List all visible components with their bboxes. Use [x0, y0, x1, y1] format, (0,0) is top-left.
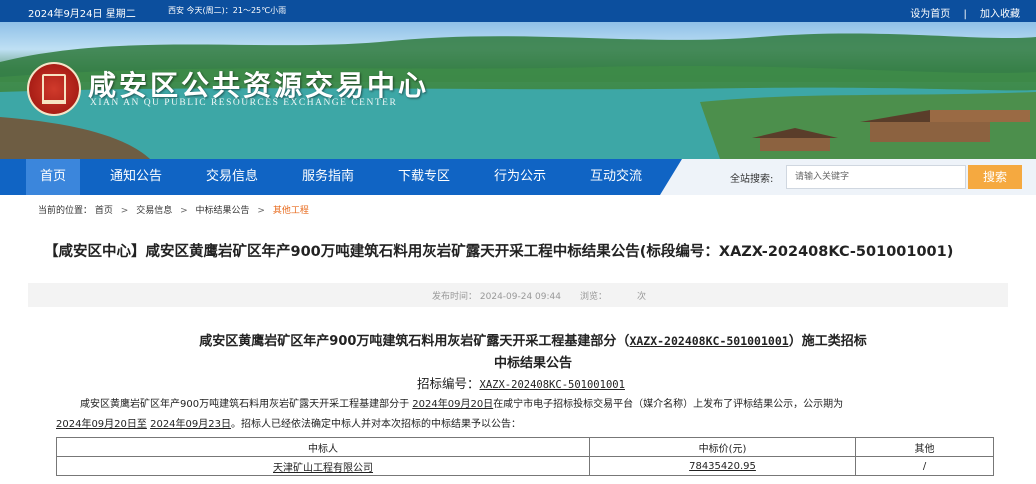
nav-item-downloads[interactable]: 下载专区: [384, 159, 464, 195]
set-home-link[interactable]: 设为首页: [910, 9, 950, 20]
breadcrumb-trade-info[interactable]: 交易信息: [136, 206, 172, 216]
notice-paragraph: 咸安区黄鹰岩矿区年产900万吨建筑石料用灰岩矿露天开采工程基建部分于 2024年…: [56, 399, 844, 430]
breadcrumb-separator: >: [180, 206, 188, 216]
nav-item-notices[interactable]: 通知公告: [96, 159, 176, 195]
nav-item-home[interactable]: 首页: [26, 159, 80, 195]
header-price: 中标价(元): [589, 437, 856, 457]
breadcrumb-result-notices[interactable]: 中标结果公告: [196, 206, 250, 216]
other-value: /: [855, 456, 994, 476]
breadcrumb-current[interactable]: 其他工程: [273, 206, 309, 216]
result-table: 中标人 中标价(元) 其他 天津矿山工程有限公司 78435420.95 /: [56, 437, 994, 476]
nav-item-trade-info[interactable]: 交易信息: [192, 159, 272, 195]
top-bar: 2024年9月24日 星期二 西安 今天(周二)：21～25℃小雨 设为首页 |…: [0, 0, 1036, 22]
link-separator: |: [963, 9, 967, 20]
article-title: 【咸安区中心】咸安区黄鹰岩矿区年产900万吨建筑石料用灰岩矿露天开采工程中标结果…: [44, 244, 954, 260]
nav-item-conduct[interactable]: 行为公示: [480, 159, 560, 195]
nav-item-service-guide[interactable]: 服务指南: [288, 159, 368, 195]
publish-time: 发布时间： 2024-09-24 09:44: [432, 292, 561, 302]
top-links: 设为首页 | 加入收藏: [902, 5, 1020, 20]
center-logo: [27, 62, 81, 116]
notice-heading: 咸安区黄鹰岩矿区年产900万吨建筑石料用灰岩矿露天开采工程基建部分（XAZX-2…: [199, 334, 867, 349]
view-count: 浏览：次: [580, 292, 647, 302]
header-winner: 中标人: [56, 437, 590, 457]
weather-info: 西安 今天(周二)：21～25℃小雨: [168, 6, 287, 15]
search-label: 全站搜索:: [730, 174, 774, 185]
notice-subheading: 中标结果公告: [493, 356, 572, 371]
winner-name: 天津矿山工程有限公司: [56, 456, 590, 476]
winning-price: 78435420.95: [589, 456, 856, 476]
current-date: 2024年9月24日 星期二: [28, 9, 136, 20]
breadcrumb-separator: >: [257, 206, 265, 216]
main-nav: 首页 通知公告 交易信息 服务指南 下载专区 行为公示 互动交流 全站搜索: 请…: [0, 159, 1036, 195]
header-other: 其他: [855, 437, 994, 457]
site-subtitle: XIAN AN QU PUBLIC RESOURCES EXCHANGE CEN…: [90, 98, 398, 108]
nav-item-interaction[interactable]: 互动交流: [576, 159, 656, 195]
search-input[interactable]: 请输入关键字: [786, 165, 966, 189]
header-banner: 咸安区公共资源交易中心 XIAN AN QU PUBLIC RESOURCES …: [0, 22, 1036, 159]
search-area: 全站搜索: 请输入关键字 搜索: [660, 159, 1036, 195]
breadcrumb-home[interactable]: 首页: [95, 206, 113, 216]
article-meta: 发布时间： 2024-09-24 09:44 浏览：次: [28, 283, 1008, 307]
add-favorite-link[interactable]: 加入收藏: [980, 9, 1020, 20]
breadcrumb-separator: >: [120, 206, 129, 216]
bid-number: 招标编号：XAZX-202408KC-501001001: [417, 376, 625, 391]
table-header-row: 中标人 中标价(元) 其他: [56, 437, 994, 457]
breadcrumb-label: 当前的位置：: [38, 206, 93, 216]
table-row: 天津矿山工程有限公司 78435420.95 /: [56, 456, 994, 476]
search-button[interactable]: 搜索: [968, 165, 1022, 189]
breadcrumb: 当前的位置： 首页 > 交易信息 > 中标结果公告 > 其他工程: [38, 203, 309, 216]
